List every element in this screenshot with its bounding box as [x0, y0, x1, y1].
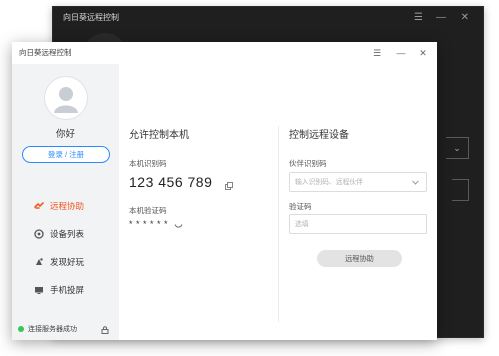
partner-id-label: 伙伴识别码 [289, 159, 327, 168]
titlebar: 向日葵远程控制 ☰ — ✕ [12, 42, 437, 64]
minimize-icon[interactable]: — [436, 7, 446, 29]
verification-code-value: * * * * * * [129, 219, 169, 229]
device-id-label: 本机识别码 [129, 159, 167, 168]
avatar[interactable] [44, 76, 88, 120]
partner-id-placeholder: 输入识别码、远程伙伴 [295, 179, 363, 186]
sidebar-item-label: 手机投屏 [50, 285, 85, 295]
sidebar: 你好 登录 / 注册 远程协助 设备列表 发现好玩 手机投屏 连接服务器成功 [12, 64, 119, 340]
connection-status: 连接服务器成功 [18, 324, 77, 334]
sidebar-item-screen-cast[interactable]: 手机投屏 [34, 282, 84, 298]
sidebar-item-label: 发现好玩 [50, 257, 85, 267]
screen-cast-icon [35, 287, 43, 294]
main-content: 允许控制本机 本机识别码 123 456 789 本机验证码 * * * * *… [119, 64, 437, 340]
device-id-value: 123 456 789 [129, 174, 213, 190]
window-title: 向日葵远程控制 [19, 48, 72, 57]
sidebar-item-device-list[interactable]: 设备列表 [34, 226, 84, 242]
chevron-down-icon[interactable]: ⌄ [446, 137, 469, 159]
login-button[interactable]: 登录 / 注册 [22, 146, 110, 163]
greeting: 你好 [55, 129, 75, 140]
close-icon[interactable]: ✕ [461, 7, 469, 29]
control-remote-title: 控制远程设备 [289, 130, 349, 141]
verify-code-placeholder: 选填 [295, 221, 309, 228]
hamburger-icon[interactable]: ☰ [369, 42, 385, 64]
minimize-icon[interactable]: — [393, 42, 409, 64]
input-field[interactable] [452, 179, 469, 201]
user-icon [54, 87, 78, 113]
main-window: 向日葵远程控制 ☰ — ✕ 你好 登录 / 注册 远程协助 设备列表 发现好玩 … [12, 42, 437, 340]
close-icon[interactable]: ✕ [415, 42, 431, 64]
device-list-icon [34, 229, 44, 239]
sidebar-item-discover[interactable]: 发现好玩 [34, 254, 84, 270]
sidebar-item-remote-assist[interactable]: 远程协助 [34, 198, 84, 214]
hamburger-icon[interactable]: ☰ [414, 7, 423, 29]
discover-icon [36, 258, 43, 265]
allow-control-title: 允许控制本机 [129, 130, 189, 141]
refresh-code-icon[interactable] [174, 223, 183, 229]
copy-icon[interactable] [225, 182, 233, 190]
remote-assist-icon [34, 202, 44, 209]
verification-code-label: 本机验证码 [129, 206, 167, 215]
chevron-down-icon[interactable] [412, 180, 419, 185]
partner-id-input[interactable]: 输入识别码、远程伙伴 [289, 172, 427, 192]
lock-icon[interactable] [101, 326, 109, 334]
status-text: 连接服务器成功 [28, 326, 77, 333]
verify-code-input[interactable]: 选填 [289, 214, 427, 234]
column-divider [278, 126, 279, 322]
sidebar-item-label: 远程协助 [50, 201, 85, 211]
status-dot [18, 326, 24, 332]
sidebar-item-label: 设备列表 [50, 229, 85, 239]
remote-assist-button[interactable]: 远程协助 [317, 250, 402, 267]
verify-code-label: 验证码 [289, 202, 312, 211]
